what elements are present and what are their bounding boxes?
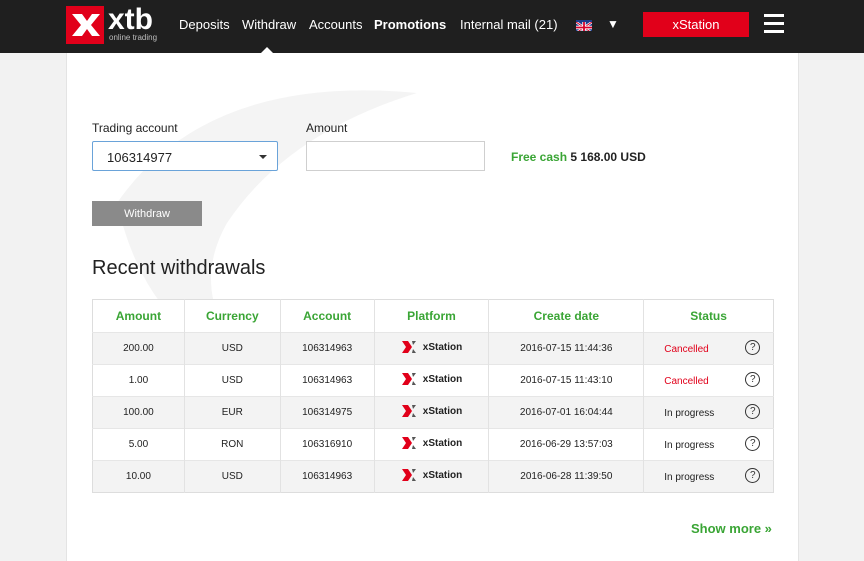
cell-amount: 200.00 <box>92 332 185 365</box>
cell-account: 106314963 <box>280 332 375 365</box>
cell-platform: xStation <box>374 396 490 429</box>
column-header-amount: Amount <box>92 299 185 333</box>
cell-platform: xStation <box>374 460 490 493</box>
trading-account-select[interactable]: 106314977 <box>92 141 278 171</box>
cell-amount: 1.00 <box>92 364 185 397</box>
cell-account: 106314963 <box>280 460 375 493</box>
platform-name: xStation <box>422 437 463 449</box>
cell-status: Cancelled ? <box>643 364 774 397</box>
trading-account-label: Trading account <box>92 121 178 135</box>
cell-currency: USD <box>184 364 281 397</box>
cell-amount: 100.00 <box>92 396 185 429</box>
cell-currency: USD <box>184 460 281 493</box>
help-icon[interactable]: ? <box>745 468 761 483</box>
status-badge: In progress <box>664 440 715 451</box>
cell-amount: 10.00 <box>92 460 185 493</box>
table-header-row: Amount Currency Account Platform Create … <box>92 299 774 333</box>
column-header-create-date: Create date <box>488 299 645 333</box>
help-icon[interactable]: ? <box>745 436 761 451</box>
help-icon[interactable]: ? <box>745 404 761 419</box>
amount-label: Amount <box>306 121 348 135</box>
nav-accounts[interactable]: Accounts <box>309 17 362 32</box>
cell-create-date: 2016-07-15 11:44:36 <box>488 332 645 365</box>
withdraw-button[interactable]: Withdraw <box>92 201 202 226</box>
free-cash-label: Free cash <box>511 150 568 164</box>
xstation-logo-icon <box>401 469 416 481</box>
amount-input[interactable] <box>306 141 485 171</box>
xstation-logo-icon <box>401 437 416 449</box>
help-icon[interactable]: ? <box>745 372 761 387</box>
cell-account: 106316910 <box>280 428 375 461</box>
status-badge: In progress <box>664 472 715 483</box>
cell-create-date: 2016-07-01 16:04:44 <box>488 396 645 429</box>
status-badge: Cancelled <box>664 376 709 387</box>
nav-deposits[interactable]: Deposits <box>179 17 230 32</box>
xstation-logo-icon <box>401 341 416 353</box>
top-navigation-bar: xtb online trading Deposits Withdraw Acc… <box>0 0 864 53</box>
column-header-status: Status <box>643 299 774 333</box>
logo-tagline: online trading <box>109 33 158 42</box>
cell-currency: USD <box>184 332 281 365</box>
show-more-link[interactable]: Show more » <box>691 521 772 536</box>
table-row: 10.00 USD 106314963 xStation 2016-06-28 … <box>92 460 774 493</box>
platform-name: xStation <box>422 341 463 353</box>
xtb-logo[interactable]: xtb online trading <box>66 3 176 44</box>
table-row: 100.00 EUR 106314975 xStation 2016-07-01… <box>92 396 774 429</box>
cell-create-date: 2016-07-15 11:43:10 <box>488 364 645 397</box>
uk-flag-icon[interactable] <box>576 20 592 31</box>
table-row: 200.00 USD 106314963 xStation 2016-07-15… <box>92 332 774 365</box>
cell-platform: xStation <box>374 428 490 461</box>
cell-status: In progress ? <box>643 428 774 461</box>
chevron-down-icon <box>259 155 267 159</box>
cell-currency: RON <box>184 428 281 461</box>
nav-internal-mail[interactable]: Internal mail (21) <box>460 17 558 32</box>
cell-platform: xStation <box>374 332 490 365</box>
cell-status: In progress ? <box>643 396 774 429</box>
cell-account: 106314975 <box>280 396 375 429</box>
free-cash-value: 5 168.00 USD <box>570 150 646 164</box>
cell-create-date: 2016-06-29 13:57:03 <box>488 428 645 461</box>
cell-platform: xStation <box>374 364 490 397</box>
recent-withdrawals-title: Recent withdrawals <box>92 257 266 279</box>
free-cash-display: Free cash 5 168.00 USD <box>511 150 646 164</box>
column-header-account: Account <box>280 299 375 333</box>
hamburger-icon[interactable] <box>764 14 784 34</box>
table-row: 5.00 RON 106316910 xStation 2016-06-29 1… <box>92 428 774 461</box>
xtb-logo-mark-icon <box>66 6 104 44</box>
nav-withdraw[interactable]: Withdraw <box>242 17 296 32</box>
status-badge: In progress <box>664 408 715 419</box>
withdraw-panel: Trading account 106314977 Amount Free ca… <box>66 53 799 561</box>
help-icon[interactable]: ? <box>745 340 761 355</box>
platform-name: xStation <box>422 469 463 481</box>
platform-name: xStation <box>422 373 463 385</box>
platform-name: xStation <box>422 405 463 417</box>
xstation-logo-icon <box>401 373 416 385</box>
cell-status: Cancelled ? <box>643 332 774 365</box>
cell-create-date: 2016-06-28 11:39:50 <box>488 460 645 493</box>
xstation-button[interactable]: xStation <box>643 12 749 37</box>
table-row: 1.00 USD 106314963 xStation 2016-07-15 1… <box>92 364 774 397</box>
language-dropdown-caret-icon[interactable]: ▼ <box>607 17 619 31</box>
status-badge: Cancelled <box>664 344 709 355</box>
recent-withdrawals-table: Amount Currency Account Platform Create … <box>92 299 774 493</box>
cell-amount: 5.00 <box>92 428 185 461</box>
cell-status: In progress ? <box>643 460 774 493</box>
trading-account-value: 106314977 <box>107 150 173 165</box>
column-header-currency: Currency <box>184 299 281 333</box>
logo-wordmark: xtb <box>108 3 153 36</box>
column-header-platform: Platform <box>374 299 490 333</box>
cell-currency: EUR <box>184 396 281 429</box>
xstation-logo-icon <box>401 405 416 417</box>
nav-promotions[interactable]: Promotions <box>374 17 446 32</box>
cell-account: 106314963 <box>280 364 375 397</box>
